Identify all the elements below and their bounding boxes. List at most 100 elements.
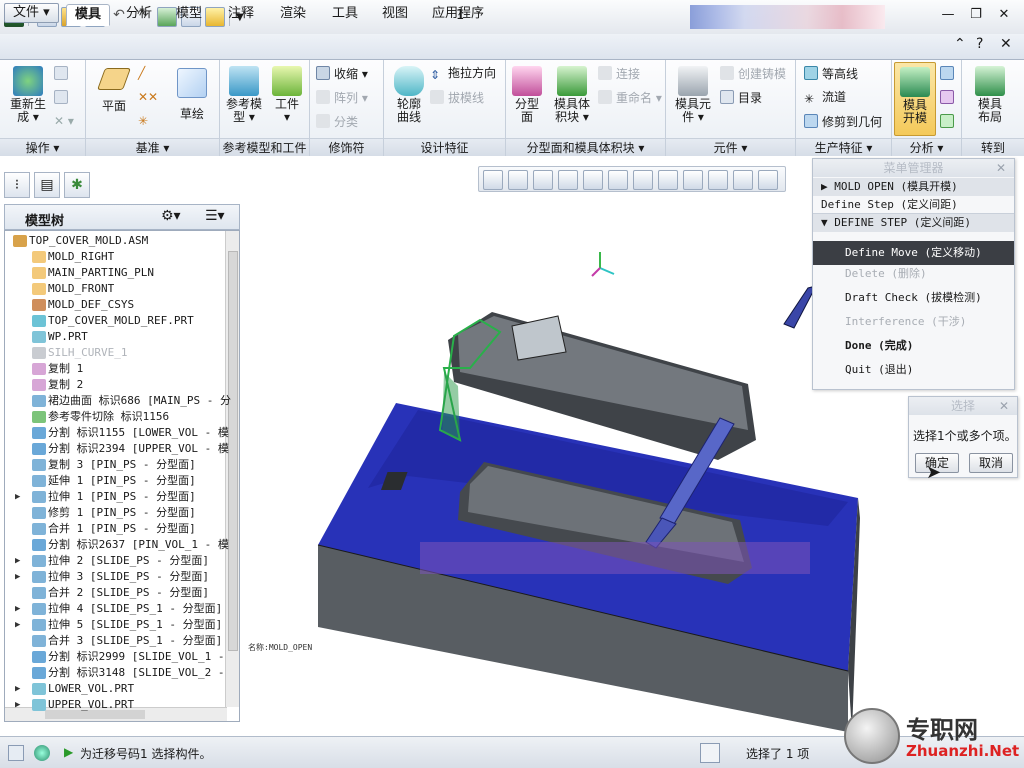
- tab-tools[interactable]: 工具: [324, 4, 366, 26]
- tree-expand-icon[interactable]: ▶: [15, 553, 25, 569]
- analysis-small-2-icon[interactable]: [940, 90, 958, 105]
- group-modifier: 收缩 ▾ 阵列 ▾ 分类 修饰符: [310, 60, 384, 156]
- tree-expand-icon[interactable]: ▶: [15, 489, 25, 505]
- axis-icon[interactable]: ╱: [138, 66, 145, 80]
- profile-curve-button[interactable]: 轮廓 曲线: [388, 66, 430, 124]
- classify-button[interactable]: 分类: [316, 114, 358, 129]
- repaint-icon[interactable]: [558, 170, 578, 190]
- draft-line-icon: [430, 90, 444, 104]
- shrink-button[interactable]: 收缩 ▾: [316, 66, 368, 81]
- spin-center-icon[interactable]: [708, 170, 728, 190]
- group-label-parting[interactable]: 分型面和模具体积块 ▾: [506, 138, 665, 156]
- regenerate-button[interactable]: 重新生 成 ▾: [6, 66, 50, 124]
- model-tree-tab-icon[interactable]: ⁝: [4, 172, 30, 198]
- tab-applications[interactable]: 应用程序: [424, 4, 492, 26]
- tree-expand-icon[interactable]: ▶: [15, 697, 25, 713]
- tab-annotation[interactable]: 注释: [220, 4, 262, 26]
- view-manager-icon[interactable]: [633, 170, 653, 190]
- menu-item[interactable]: ▼ DEFINE STEP (定义间距): [813, 214, 1014, 232]
- zoom-in-icon[interactable]: [508, 170, 528, 190]
- datum-display-icon[interactable]: [683, 170, 703, 190]
- tree-expand-icon[interactable]: ▶: [15, 617, 25, 633]
- menu-manager-close-icon[interactable]: ✕: [996, 159, 1006, 177]
- minimize-icon[interactable]: —: [934, 4, 962, 26]
- tree-expand-icon[interactable]: ▶: [15, 681, 25, 697]
- tab-analysis[interactable]: 分析: [118, 4, 160, 26]
- plane-button[interactable]: 平面: [94, 68, 134, 113]
- csys-display-icon[interactable]: [758, 170, 778, 190]
- tree-feature-icon: [13, 235, 27, 247]
- tree-feature-icon: [32, 587, 46, 599]
- draft-line-button[interactable]: 拔模线: [430, 90, 484, 105]
- show-menu-icon[interactable]: ☰▾: [205, 208, 225, 224]
- analysis-small-3-icon[interactable]: [940, 114, 958, 129]
- pattern-button[interactable]: 阵列 ▾: [316, 90, 368, 105]
- tree-vertical-scrollbar[interactable]: [225, 231, 239, 707]
- folder-browser-tab-icon[interactable]: ▤: [34, 172, 60, 198]
- tab-render[interactable]: 渲染: [272, 4, 314, 26]
- menu-item[interactable]: Define Move (定义移动): [813, 241, 1014, 265]
- copy-icon[interactable]: [54, 66, 72, 81]
- workpiece-button[interactable]: 工件 ▾: [266, 66, 308, 124]
- mold-volume-button[interactable]: 模具体 积块 ▾: [548, 66, 596, 124]
- sketch-button[interactable]: 草绘: [170, 68, 214, 121]
- delete-icon[interactable]: ✕ ▾: [54, 114, 74, 128]
- catalog-button[interactable]: 目录: [720, 90, 762, 105]
- group-label-operations[interactable]: 操作 ▾: [0, 138, 85, 156]
- runner-button[interactable]: ✳ 流道: [804, 90, 846, 106]
- menu-item[interactable]: Draft Check (拔模检测): [813, 289, 1014, 307]
- contour-button[interactable]: 等高线: [804, 66, 858, 81]
- mold-open-button[interactable]: 模具 开模: [894, 62, 936, 136]
- trim-to-geometry-button[interactable]: 修剪到几何: [804, 114, 882, 129]
- tab-file[interactable]: 文件 ▾: [4, 3, 59, 23]
- status-3d-icon[interactable]: [34, 745, 50, 761]
- status-tree-icon[interactable]: [8, 745, 24, 761]
- annotation-display-icon[interactable]: [733, 170, 753, 190]
- zoom-out-icon[interactable]: [533, 170, 553, 190]
- paste-icon[interactable]: [54, 90, 72, 105]
- tree-item-label: 合并 2 [SLIDE_PS - 分型面]: [48, 586, 209, 599]
- group-label-analysis[interactable]: 分析 ▾: [892, 138, 961, 156]
- tree-expand-icon[interactable]: ▶: [15, 569, 25, 585]
- connect-button[interactable]: 连接: [598, 66, 640, 81]
- select-dialog-close-icon[interactable]: ✕: [999, 397, 1009, 415]
- cancel-button[interactable]: 取消: [969, 453, 1013, 473]
- filter-icon[interactable]: [700, 743, 720, 763]
- parting-surface-button[interactable]: 分型 面: [508, 66, 546, 124]
- rename-button[interactable]: 重命名 ▾: [598, 90, 662, 105]
- tree-feature-icon: [32, 475, 46, 487]
- rename-icon: [598, 90, 612, 104]
- display-style-icon[interactable]: [583, 170, 603, 190]
- menu-item[interactable]: Done (完成): [813, 337, 1014, 355]
- tree-settings-icon[interactable]: ⚙▾: [161, 208, 181, 224]
- draft-direction-button[interactable]: ⇕ 拖拉方向: [430, 66, 496, 82]
- csys-icon[interactable]: ✳: [138, 114, 148, 128]
- mold-layout-button[interactable]: 模具 布局: [968, 66, 1012, 124]
- group-label-production[interactable]: 生产特征 ▾: [796, 138, 891, 156]
- reference-model-button[interactable]: 参考模 型 ▾: [222, 66, 266, 124]
- tree-expand-icon[interactable]: ▶: [15, 601, 25, 617]
- close-icon[interactable]: ✕: [990, 4, 1018, 26]
- tab-view[interactable]: 视图: [374, 4, 416, 26]
- group-label-datum[interactable]: 基准 ▾: [86, 138, 219, 156]
- tab-model[interactable]: 模型: [168, 4, 210, 26]
- tree-item-label: UPPER_VOL.PRT: [48, 698, 135, 711]
- saved-views-icon[interactable]: [608, 170, 628, 190]
- restore-icon[interactable]: ❐: [962, 4, 990, 26]
- favorites-tab-icon[interactable]: ✱: [64, 172, 90, 198]
- tab-mold[interactable]: 模具: [66, 4, 111, 26]
- menu-item[interactable]: ▶ MOLD OPEN (模具开模): [813, 178, 1014, 196]
- group-label-components[interactable]: 元件 ▾: [666, 138, 795, 156]
- group-label-reference-model: 参考模型和工件: [220, 138, 309, 156]
- mold-component-button[interactable]: 模具元 件 ▾: [670, 66, 716, 124]
- point-icon[interactable]: ✕✕: [138, 90, 158, 104]
- menu-item[interactable]: Quit (退出): [813, 361, 1014, 379]
- ribbon-close-icon[interactable]: ✕: [1000, 36, 1012, 52]
- minimize-ribbon-icon[interactable]: ⌃: [954, 36, 966, 52]
- help-icon[interactable]: ?: [976, 36, 983, 52]
- perspective-icon[interactable]: [658, 170, 678, 190]
- menu-item[interactable]: Define Step (定义间距): [813, 196, 1014, 214]
- refit-icon[interactable]: [483, 170, 503, 190]
- create-casting-button[interactable]: 创建铸模: [720, 66, 786, 81]
- analysis-small-1-icon[interactable]: [940, 66, 958, 81]
